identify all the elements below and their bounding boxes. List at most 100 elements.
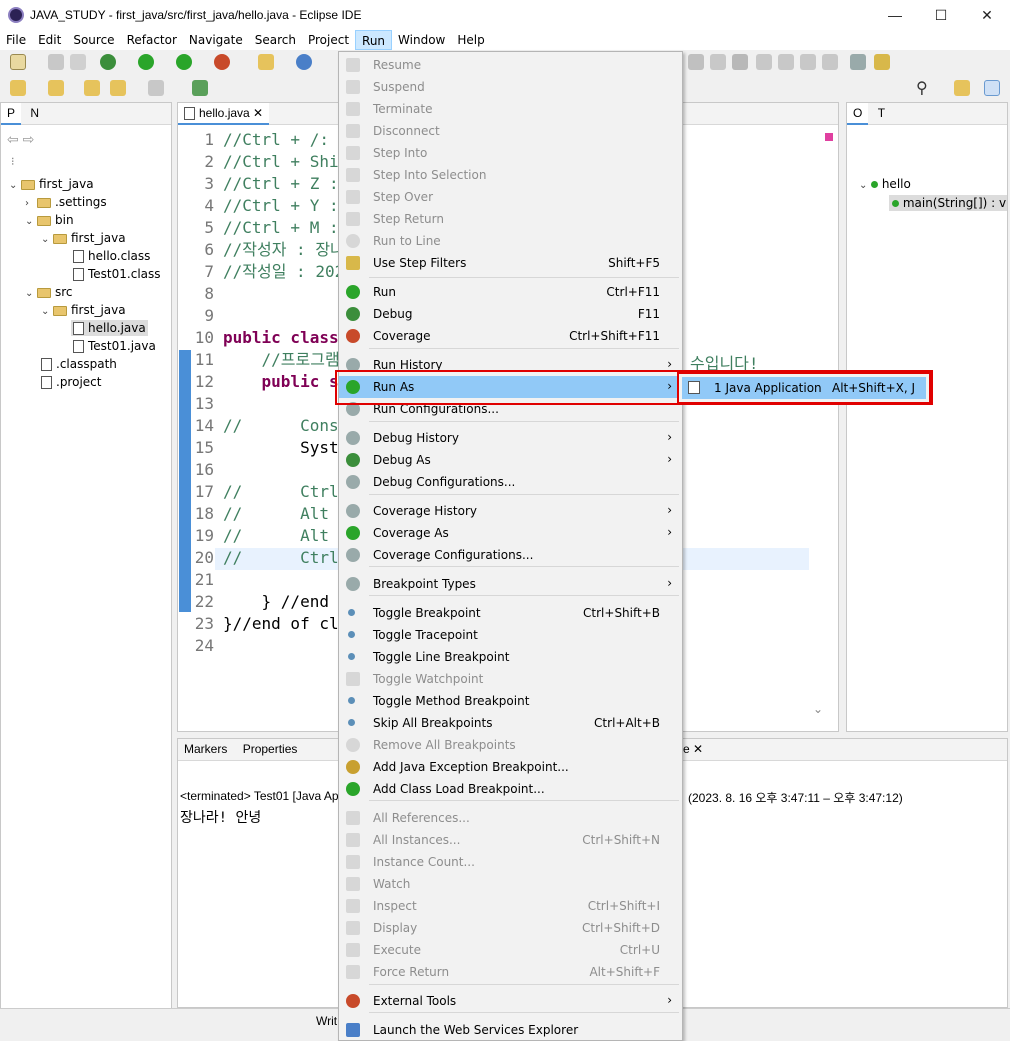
code-line[interactable]: // Ctrl bbox=[223, 481, 338, 503]
run-menu-item-toggle-method-breakpoint[interactable]: Toggle Method Breakpoint bbox=[339, 690, 682, 712]
menu-file[interactable]: File bbox=[0, 30, 32, 50]
run-menu-item-display[interactable]: Display Ctrl+Shift+D bbox=[339, 917, 682, 939]
disconnect-icon[interactable] bbox=[756, 54, 772, 70]
run-menu-item-breakpoint-types[interactable]: Breakpoint Types › bbox=[339, 573, 682, 595]
run-menu-item-step-return[interactable]: Step Return bbox=[339, 208, 682, 230]
search-icon[interactable]: ⚲ bbox=[916, 78, 928, 98]
next-annotation-icon[interactable] bbox=[10, 80, 26, 96]
pin-editor-icon[interactable] bbox=[192, 80, 208, 96]
run-menu-item-coverage-configurations[interactable]: Coverage Configurations... bbox=[339, 544, 682, 566]
prev-annotation-icon[interactable] bbox=[48, 80, 64, 96]
run-menu-item-suspend[interactable]: Suspend bbox=[339, 76, 682, 98]
run-menu-item-coverage-as[interactable]: Coverage As › bbox=[339, 522, 682, 544]
close-tab-icon[interactable]: ✕ bbox=[253, 106, 263, 120]
editor-scroll-down[interactable]: ⌄ bbox=[813, 702, 823, 716]
run-icon[interactable] bbox=[138, 54, 154, 70]
run-menu-item-terminate[interactable]: Terminate bbox=[339, 98, 682, 120]
tree-settings[interactable]: › .settings bbox=[25, 195, 107, 209]
run-menu-item-launch-the-web-services-explorer[interactable]: Launch the Web Services Explorer bbox=[339, 1019, 682, 1041]
tree-classpath[interactable]: .classpath bbox=[41, 357, 117, 371]
terminate-icon[interactable] bbox=[732, 54, 748, 70]
tab-outline[interactable]: O bbox=[847, 103, 869, 125]
run-menu-item-execute[interactable]: Execute Ctrl+U bbox=[339, 939, 682, 961]
use-step-filters-icon[interactable] bbox=[874, 54, 890, 70]
minimize-button[interactable]: — bbox=[872, 0, 918, 30]
step-into-icon[interactable] bbox=[778, 54, 794, 70]
tab-task-list[interactable]: T bbox=[872, 103, 891, 125]
coverage-icon[interactable] bbox=[176, 54, 192, 70]
run-menu-item-debug-as[interactable]: Debug As › bbox=[339, 449, 682, 471]
run-menu-item-debug-history[interactable]: Debug History › bbox=[339, 427, 682, 449]
debug-icon[interactable] bbox=[100, 54, 116, 70]
close-button[interactable]: ✕ bbox=[964, 0, 1010, 30]
outline-method-main[interactable]: main(String[]) : v bbox=[889, 195, 1007, 211]
tree-src[interactable]: ⌄ src bbox=[25, 285, 73, 299]
menu-search[interactable]: Search bbox=[249, 30, 302, 50]
run-menu-item-external-tools[interactable]: External Tools › bbox=[339, 990, 682, 1012]
step-filters-icon[interactable] bbox=[850, 54, 866, 70]
code-line[interactable]: public s bbox=[223, 371, 338, 393]
tree-project[interactable]: .project bbox=[41, 375, 101, 389]
tree-hello-class[interactable]: hello.class bbox=[73, 249, 150, 263]
code-line[interactable]: } //end bbox=[223, 591, 338, 613]
java-perspective-icon[interactable] bbox=[984, 80, 1000, 96]
external-tools-icon[interactable] bbox=[214, 54, 230, 70]
close-console-icon[interactable]: ✕ bbox=[693, 742, 703, 756]
run-menu-item-remove-all-breakpoints[interactable]: Remove All Breakpoints bbox=[339, 734, 682, 756]
run-menu-item-add-java-exception-breakpoint[interactable]: Add Java Exception Breakpoint... bbox=[339, 756, 682, 778]
run-menu-item-disconnect[interactable]: Disconnect bbox=[339, 120, 682, 142]
code-line[interactable]: // Ctrl bbox=[223, 547, 338, 569]
open-perspective-icon[interactable] bbox=[954, 80, 970, 96]
back-icon[interactable] bbox=[110, 80, 126, 96]
run-menu-item-all-instances[interactable]: All Instances... Ctrl+Shift+N bbox=[339, 829, 682, 851]
menu-window[interactable]: Window bbox=[392, 30, 451, 50]
menu-refactor[interactable]: Refactor bbox=[121, 30, 183, 50]
run-menu-item-toggle-tracepoint[interactable]: Toggle Tracepoint bbox=[339, 624, 682, 646]
tab-properties[interactable]: Properties bbox=[237, 739, 304, 761]
run-menu-item-use-step-filters[interactable]: Use Step Filters Shift+F5 bbox=[339, 252, 682, 274]
run-menu-item-run[interactable]: Run Ctrl+F11 bbox=[339, 281, 682, 303]
code-line[interactable]: Syst bbox=[223, 437, 338, 459]
code-line[interactable]: }//end of cl bbox=[223, 613, 338, 635]
run-menu-item-add-class-load-breakpoint[interactable]: Add Class Load Breakpoint... bbox=[339, 778, 682, 800]
new-class-icon[interactable] bbox=[296, 54, 312, 70]
tree-first-java-project[interactable]: ⌄ first_java bbox=[9, 177, 94, 191]
run-menu-item-debug[interactable]: Debug F11 bbox=[339, 303, 682, 325]
view-menu-icon[interactable]: ⁝ bbox=[11, 155, 15, 168]
error-overview-marker[interactable] bbox=[825, 133, 833, 141]
suspend-icon[interactable] bbox=[710, 54, 726, 70]
step-over-icon[interactable] bbox=[688, 54, 704, 70]
run-menu-item-coverage[interactable]: Coverage Ctrl+Shift+F11 bbox=[339, 325, 682, 347]
run-menu-item-resume[interactable]: Resume bbox=[339, 54, 682, 76]
drop-frame-icon[interactable] bbox=[822, 54, 838, 70]
code-line[interactable]: // Alt bbox=[223, 525, 338, 547]
new-icon[interactable] bbox=[10, 54, 26, 70]
code-line[interactable]: //프로그램 bbox=[223, 349, 338, 371]
run-menu-item-run-to-line[interactable]: Run to Line bbox=[339, 230, 682, 252]
maximize-button[interactable]: ☐ bbox=[918, 0, 964, 30]
run-menu-item-toggle-line-breakpoint[interactable]: Toggle Line Breakpoint bbox=[339, 646, 682, 668]
tree-test01-class[interactable]: Test01.class bbox=[73, 267, 161, 281]
menu-navigate[interactable]: Navigate bbox=[183, 30, 249, 50]
run-menu-item-instance-count[interactable]: Instance Count... bbox=[339, 851, 682, 873]
run-menu-item-coverage-history[interactable]: Coverage History › bbox=[339, 500, 682, 522]
save-all-icon[interactable] bbox=[70, 54, 86, 70]
run-menu-item-inspect[interactable]: Inspect Ctrl+Shift+I bbox=[339, 895, 682, 917]
run-menu-item-watch[interactable]: Watch bbox=[339, 873, 682, 895]
run-menu-item-toggle-breakpoint[interactable]: Toggle Breakpoint Ctrl+Shift+B bbox=[339, 602, 682, 624]
outline-class-hello[interactable]: ⌄ hello bbox=[859, 177, 911, 191]
menu-run[interactable]: Run bbox=[355, 30, 393, 50]
new-java-project-icon[interactable] bbox=[258, 54, 274, 70]
code-line[interactable]: //Ctrl + Z : bbox=[223, 173, 338, 195]
tree-bin-first-java[interactable]: ⌄ first_java bbox=[41, 231, 126, 245]
code-line[interactable]: public class bbox=[223, 327, 338, 349]
code-line[interactable]: // Cons bbox=[223, 415, 338, 437]
code-line[interactable]: // Alt bbox=[223, 503, 338, 525]
step-return-icon[interactable] bbox=[800, 54, 816, 70]
menu-edit[interactable]: Edit bbox=[32, 30, 67, 50]
run-menu-item-step-over[interactable]: Step Over bbox=[339, 186, 682, 208]
run-menu-item-debug-configurations[interactable]: Debug Configurations... bbox=[339, 471, 682, 493]
tab-package-explorer[interactable]: P bbox=[1, 103, 22, 125]
code-line[interactable]: //작성자 : 장나 bbox=[223, 239, 338, 261]
code-line[interactable]: //작성일 : 202 bbox=[223, 261, 338, 283]
